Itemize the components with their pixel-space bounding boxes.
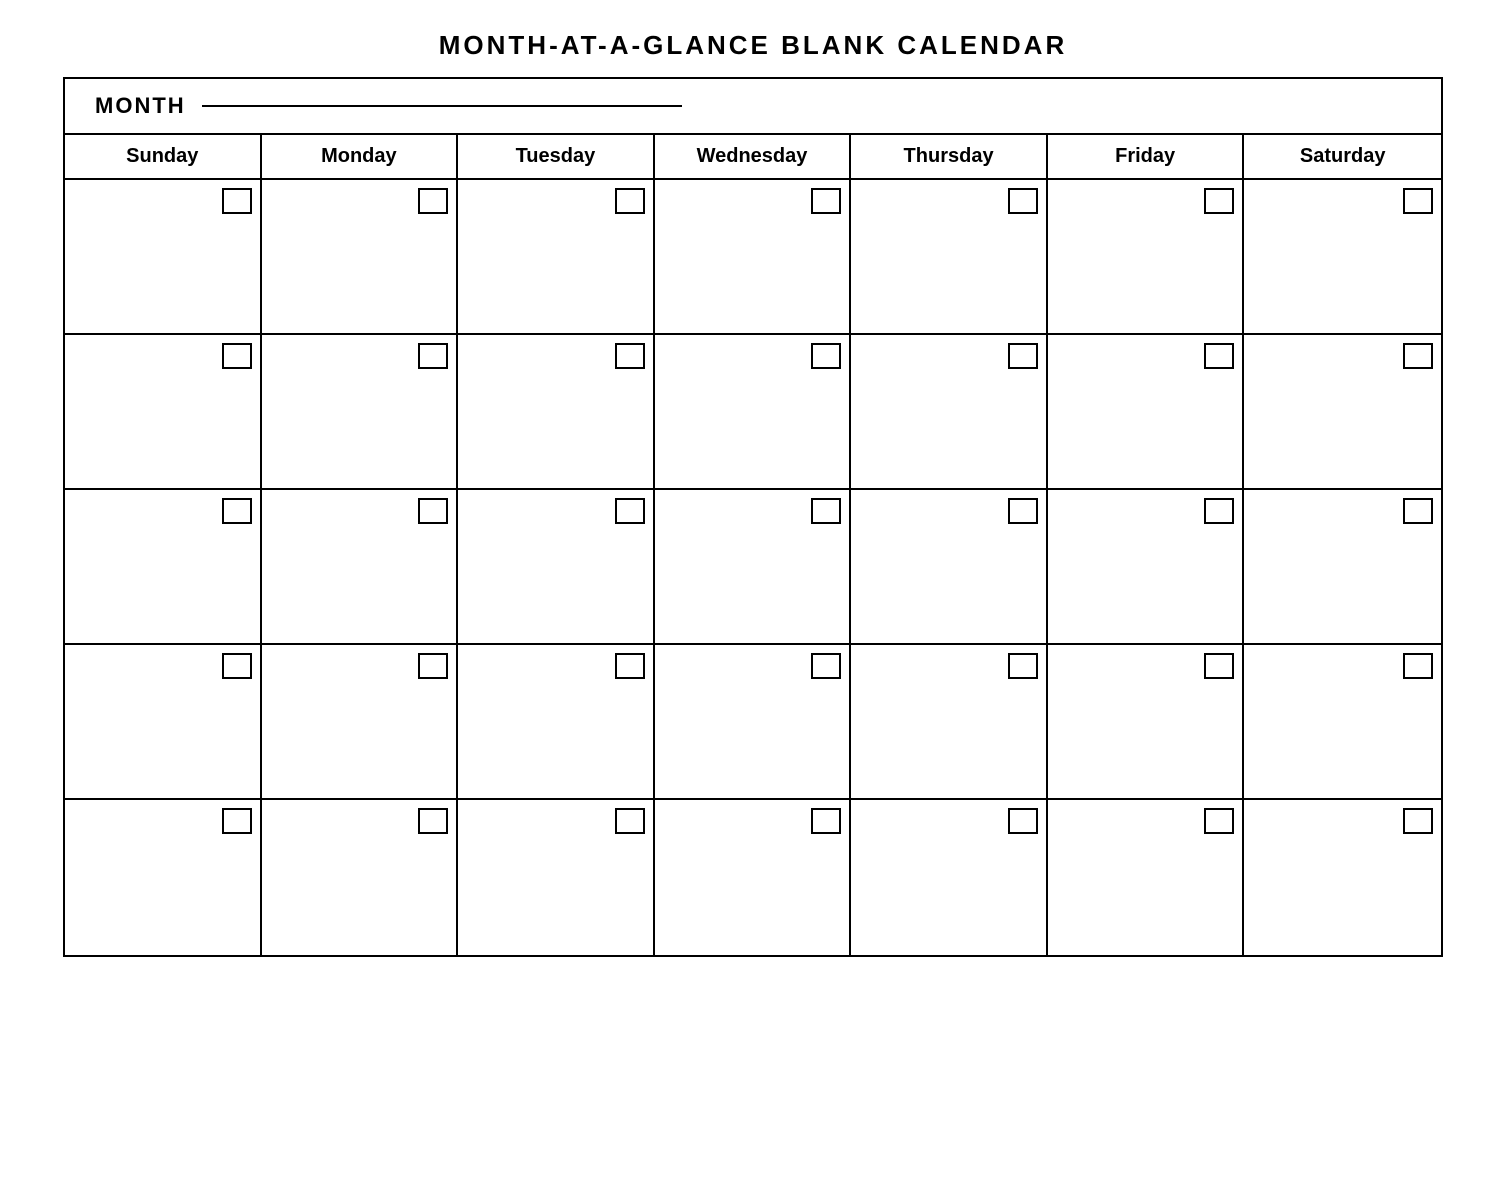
date-number-box bbox=[811, 188, 841, 214]
date-number-box bbox=[615, 188, 645, 214]
calendar-grid bbox=[65, 180, 1441, 955]
day-header-tuesday: Tuesday bbox=[458, 135, 655, 178]
day-header-wednesday: Wednesday bbox=[655, 135, 852, 178]
date-number-box bbox=[1403, 808, 1433, 834]
date-number-box bbox=[418, 343, 448, 369]
day-headers: Sunday Monday Tuesday Wednesday Thursday… bbox=[65, 135, 1441, 180]
calendar-cell[interactable] bbox=[65, 335, 262, 490]
date-number-box bbox=[811, 808, 841, 834]
calendar-cell[interactable] bbox=[1244, 645, 1441, 800]
calendar-cell[interactable] bbox=[655, 645, 852, 800]
date-number-box bbox=[1008, 188, 1038, 214]
calendar-cell[interactable] bbox=[851, 335, 1048, 490]
calendar-cell[interactable] bbox=[1048, 800, 1245, 955]
date-number-box bbox=[1204, 188, 1234, 214]
calendar-cell[interactable] bbox=[1048, 645, 1245, 800]
calendar-cell[interactable] bbox=[1244, 490, 1441, 645]
calendar-cell[interactable] bbox=[655, 800, 852, 955]
calendar-cell[interactable] bbox=[262, 645, 459, 800]
calendar-cell[interactable] bbox=[65, 180, 262, 335]
calendar-cell[interactable] bbox=[1048, 335, 1245, 490]
date-number-box bbox=[615, 808, 645, 834]
calendar-cell[interactable] bbox=[851, 490, 1048, 645]
date-number-box bbox=[1204, 343, 1234, 369]
date-number-box bbox=[1204, 653, 1234, 679]
date-number-box bbox=[615, 498, 645, 524]
day-header-saturday: Saturday bbox=[1244, 135, 1441, 178]
date-number-box bbox=[1403, 343, 1433, 369]
date-number-box bbox=[418, 653, 448, 679]
calendar-cell[interactable] bbox=[262, 490, 459, 645]
date-number-box bbox=[615, 653, 645, 679]
date-number-box bbox=[1403, 188, 1433, 214]
calendar-cell[interactable] bbox=[65, 800, 262, 955]
calendar-cell[interactable] bbox=[1048, 180, 1245, 335]
date-number-box bbox=[1204, 808, 1234, 834]
date-number-box bbox=[418, 808, 448, 834]
date-number-box bbox=[222, 188, 252, 214]
calendar-cell[interactable] bbox=[1244, 800, 1441, 955]
date-number-box bbox=[1008, 808, 1038, 834]
calendar-cell[interactable] bbox=[262, 800, 459, 955]
calendar-cell[interactable] bbox=[655, 490, 852, 645]
calendar-cell[interactable] bbox=[1244, 335, 1441, 490]
calendar-cell[interactable] bbox=[262, 180, 459, 335]
date-number-box bbox=[222, 653, 252, 679]
date-number-box bbox=[222, 498, 252, 524]
calendar-cell[interactable] bbox=[262, 335, 459, 490]
month-row: MONTH bbox=[65, 79, 1441, 135]
month-label: MONTH bbox=[95, 93, 186, 119]
calendar-cell[interactable] bbox=[851, 180, 1048, 335]
calendar-cell[interactable] bbox=[458, 335, 655, 490]
calendar-cell[interactable] bbox=[1244, 180, 1441, 335]
calendar-container: MONTH Sunday Monday Tuesday Wednesday Th… bbox=[63, 77, 1443, 957]
page-title: MONTH-AT-A-GLANCE BLANK CALENDAR bbox=[63, 30, 1443, 61]
date-number-box bbox=[1403, 653, 1433, 679]
date-number-box bbox=[811, 653, 841, 679]
calendar-cell[interactable] bbox=[655, 180, 852, 335]
date-number-box bbox=[222, 343, 252, 369]
page-wrapper: MONTH-AT-A-GLANCE BLANK CALENDAR MONTH S… bbox=[33, 20, 1473, 967]
day-header-monday: Monday bbox=[262, 135, 459, 178]
date-number-box bbox=[1008, 653, 1038, 679]
month-underline bbox=[202, 105, 682, 107]
date-number-box bbox=[811, 343, 841, 369]
date-number-box bbox=[418, 188, 448, 214]
date-number-box bbox=[1008, 498, 1038, 524]
day-header-thursday: Thursday bbox=[851, 135, 1048, 178]
day-header-friday: Friday bbox=[1048, 135, 1245, 178]
date-number-box bbox=[1403, 498, 1433, 524]
calendar-cell[interactable] bbox=[458, 645, 655, 800]
calendar-cell[interactable] bbox=[458, 180, 655, 335]
date-number-box bbox=[418, 498, 448, 524]
date-number-box bbox=[811, 498, 841, 524]
calendar-cell[interactable] bbox=[65, 490, 262, 645]
day-header-sunday: Sunday bbox=[65, 135, 262, 178]
calendar-cell[interactable] bbox=[458, 800, 655, 955]
calendar-cell[interactable] bbox=[65, 645, 262, 800]
calendar-cell[interactable] bbox=[851, 800, 1048, 955]
date-number-box bbox=[1204, 498, 1234, 524]
calendar-cell[interactable] bbox=[458, 490, 655, 645]
date-number-box bbox=[615, 343, 645, 369]
date-number-box bbox=[1008, 343, 1038, 369]
calendar-cell[interactable] bbox=[1048, 490, 1245, 645]
date-number-box bbox=[222, 808, 252, 834]
calendar-cell[interactable] bbox=[655, 335, 852, 490]
calendar-cell[interactable] bbox=[851, 645, 1048, 800]
